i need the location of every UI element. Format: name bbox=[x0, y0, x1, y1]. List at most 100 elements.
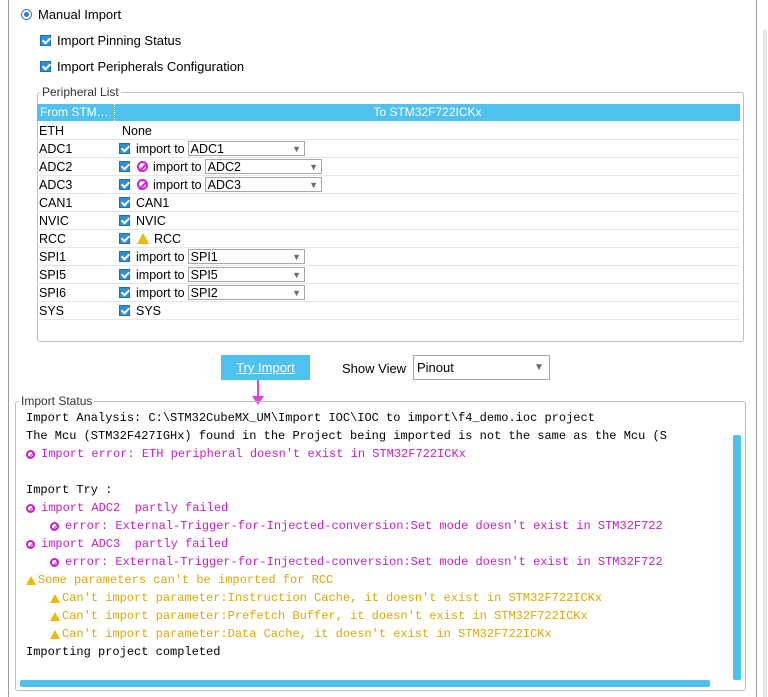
radio-selected-icon bbox=[21, 9, 32, 20]
status-line-warning: Can't import parameter:Data Cache, it do… bbox=[50, 626, 552, 642]
try-import-button[interactable]: Try Import bbox=[221, 355, 310, 380]
show-view-value: Pinout bbox=[417, 360, 454, 375]
checkbox-checked-icon[interactable] bbox=[119, 287, 130, 298]
target-select[interactable]: SPI5 ▼ bbox=[187, 267, 305, 282]
status-line-error: import ADC2 partly failed bbox=[26, 500, 228, 516]
warning-icon bbox=[50, 611, 60, 621]
target-select-value: SPI2 bbox=[190, 285, 218, 300]
import-pinning-status-label: Import Pinning Status bbox=[57, 33, 182, 48]
target-select[interactable]: ADC3 ▼ bbox=[204, 177, 322, 192]
chevron-down-icon: ▼ bbox=[309, 179, 319, 190]
action-label: import to bbox=[136, 249, 185, 264]
target-select[interactable]: SPI2 ▼ bbox=[187, 285, 305, 300]
show-view-label: Show View bbox=[342, 361, 407, 376]
checkbox-checked-icon[interactable] bbox=[119, 179, 130, 190]
show-view-select[interactable]: Pinout ▼ bbox=[413, 355, 550, 380]
checkbox-checked-icon[interactable] bbox=[119, 197, 130, 208]
target-select-value: ADC2 bbox=[207, 159, 241, 174]
table-row-spi6[interactable]: SPI6 import to SPI2 ▼ bbox=[37, 284, 740, 302]
peripheral-list-title: Peripheral List bbox=[40, 85, 121, 99]
warning-icon bbox=[50, 629, 60, 639]
table-row-adc2[interactable]: ADC2 import to ADC2 ▼ bbox=[37, 158, 740, 176]
action-label: import to bbox=[136, 285, 185, 300]
checkbox-checked-icon[interactable] bbox=[119, 161, 130, 172]
checkbox-checked-icon[interactable] bbox=[119, 215, 130, 226]
checkbox-checked-icon[interactable] bbox=[119, 143, 130, 154]
peripheral-name: ADC2 bbox=[39, 159, 73, 174]
target-select-value: SPI5 bbox=[190, 267, 218, 282]
error-icon bbox=[26, 539, 35, 549]
checkbox-checked-icon[interactable] bbox=[119, 269, 130, 280]
table-row-spi1[interactable]: SPI1 import to SPI1 ▼ bbox=[37, 248, 740, 266]
target-label: RCC bbox=[154, 231, 182, 246]
warning-icon bbox=[26, 575, 36, 585]
status-line-warning: Can't import parameter:Prefetch Buffer, … bbox=[50, 608, 588, 624]
status-line-warning: Some parameters can't be imported for RC… bbox=[26, 572, 333, 588]
target-select-value: ADC1 bbox=[190, 141, 224, 156]
error-icon bbox=[50, 521, 59, 531]
column-header-from[interactable]: From STM… bbox=[37, 104, 115, 121]
table-row-can1[interactable]: CAN1 CAN1 bbox=[37, 194, 740, 212]
action-label: import to bbox=[136, 267, 185, 282]
manual-import-label: Manual Import bbox=[38, 7, 122, 22]
peripheral-name: RCC bbox=[39, 231, 67, 246]
vertical-scrollbar[interactable] bbox=[733, 435, 741, 680]
checkbox-checked-icon[interactable] bbox=[119, 233, 130, 244]
window-right-edge bbox=[756, 0, 757, 697]
table-row-adc3[interactable]: ADC3 import to ADC3 ▼ bbox=[37, 176, 740, 194]
table-row-sys[interactable]: SYS SYS bbox=[37, 302, 740, 320]
horizontal-scrollbar[interactable] bbox=[20, 680, 710, 687]
table-row-adc1[interactable]: ADC1 import to ADC1 ▼ bbox=[37, 140, 740, 158]
import-peripherals-config-label: Import Peripherals Configuration bbox=[57, 59, 245, 74]
target-label: NVIC bbox=[136, 213, 166, 228]
target-select[interactable]: SPI1 ▼ bbox=[187, 249, 305, 264]
import-status-console[interactable]: Import Analysis: C:\STM32CubeMX_UM\Impor… bbox=[20, 410, 730, 676]
status-line-error: error: External-Trigger-for-Injected-con… bbox=[50, 554, 663, 570]
status-line-error: error: External-Trigger-for-Injected-con… bbox=[50, 518, 663, 534]
target-select-value: SPI1 bbox=[190, 249, 218, 264]
checkbox-checked-icon[interactable] bbox=[119, 251, 130, 262]
peripheral-name: ADC1 bbox=[39, 141, 73, 156]
target-label: SYS bbox=[136, 303, 162, 318]
peripheral-name: SPI6 bbox=[39, 285, 67, 300]
peripheral-name: ETH bbox=[39, 123, 64, 138]
peripheral-name: NVIC bbox=[39, 213, 69, 228]
status-line: Import Try : bbox=[26, 483, 113, 497]
table-row-nvic[interactable]: NVIC NVIC bbox=[37, 212, 740, 230]
chevron-down-icon: ▼ bbox=[292, 287, 302, 298]
action-label: import to bbox=[153, 177, 202, 192]
chevron-down-icon: ▼ bbox=[292, 143, 302, 154]
peripheral-name: SPI1 bbox=[39, 249, 67, 264]
peripheral-name: SPI5 bbox=[39, 267, 67, 282]
error-icon bbox=[26, 503, 35, 513]
error-icon bbox=[137, 179, 148, 190]
status-line: Import Analysis: C:\STM32CubeMX_UM\Impor… bbox=[26, 411, 595, 425]
target-select[interactable]: ADC2 ▼ bbox=[204, 159, 322, 174]
chevron-down-icon: ▼ bbox=[292, 251, 302, 262]
error-icon bbox=[26, 449, 35, 459]
peripheral-name: ADC3 bbox=[39, 177, 73, 192]
action-label: import to bbox=[136, 141, 185, 156]
table-row-spi5[interactable]: SPI5 import to SPI5 ▼ bbox=[37, 266, 740, 284]
status-line-warning: Can't import parameter:Instruction Cache… bbox=[50, 590, 602, 606]
target-select-value: ADC3 bbox=[207, 177, 241, 192]
target-select[interactable]: ADC1 ▼ bbox=[187, 141, 305, 156]
outer-scrollbar-track bbox=[763, 30, 767, 697]
table-row-rcc[interactable]: RCC RCC bbox=[37, 230, 740, 248]
column-header-to[interactable]: To STM32F722ICKx bbox=[115, 104, 740, 121]
table-row-eth[interactable]: ETH None bbox=[37, 122, 740, 140]
manual-import-radio[interactable]: Manual Import bbox=[21, 7, 121, 22]
import-peripherals-config-checkbox[interactable]: Import Peripherals Configuration bbox=[40, 59, 244, 74]
warning-icon bbox=[137, 233, 149, 244]
checkbox-checked-icon[interactable] bbox=[119, 305, 130, 316]
status-line-error: Import error: ETH peripheral doesn't exi… bbox=[26, 446, 466, 462]
peripheral-table-header: From STM… To STM32F722ICKx bbox=[37, 104, 740, 121]
warning-icon bbox=[50, 593, 60, 603]
import-pinning-status-checkbox[interactable]: Import Pinning Status bbox=[40, 33, 181, 48]
peripheral-name: CAN1 bbox=[39, 195, 73, 210]
error-icon bbox=[137, 161, 148, 172]
window-left-edge bbox=[8, 0, 9, 697]
chevron-down-icon: ▼ bbox=[292, 269, 302, 280]
target-label: None bbox=[122, 123, 152, 138]
import-status-title: Import Status bbox=[19, 394, 95, 408]
